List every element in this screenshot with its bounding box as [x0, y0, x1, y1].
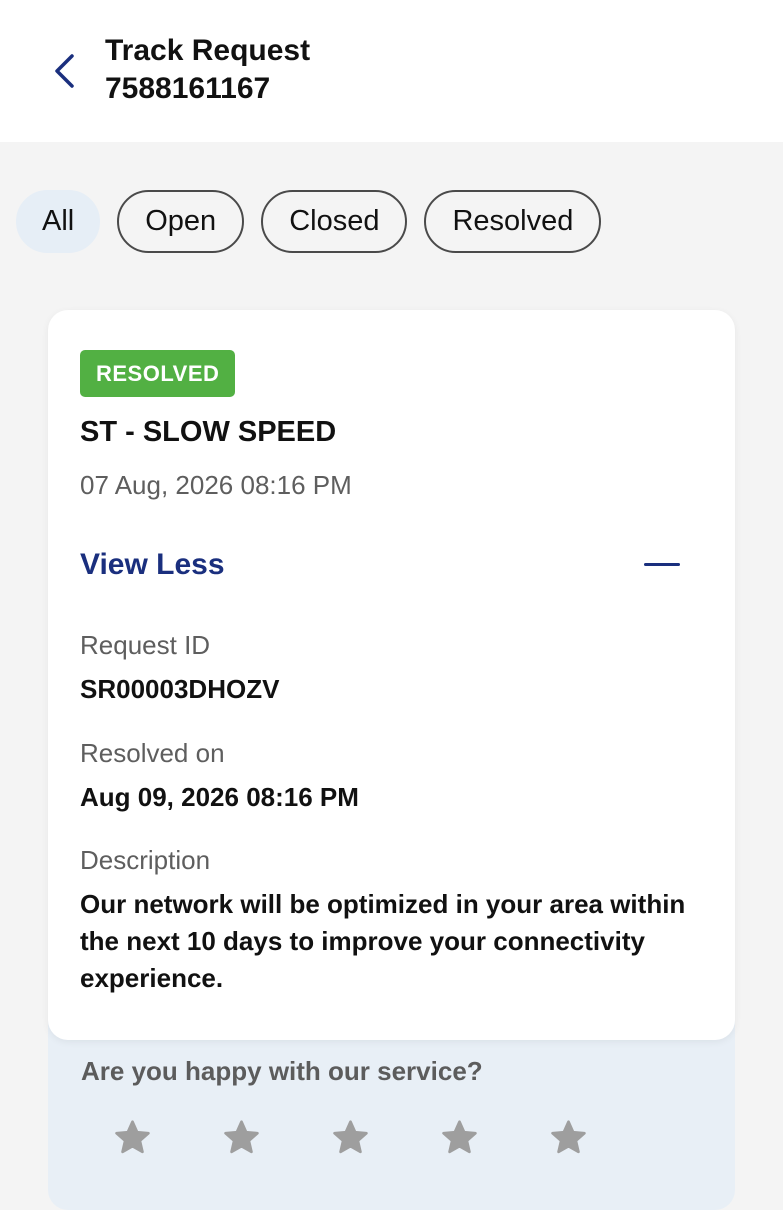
- collapse-button[interactable]: [642, 548, 684, 584]
- page-title-text: Track Request: [105, 34, 311, 67]
- feedback-question: Are you happy with our service?: [81, 1056, 483, 1086]
- request-date: 07 Aug, 2026 08:16 PM: [80, 470, 352, 500]
- app-header: Track Request 7588161167: [0, 0, 783, 142]
- description-label: Description: [80, 845, 211, 875]
- request-title: ST - SLOW SPEED: [80, 416, 337, 448]
- minus-icon: [644, 563, 680, 566]
- star-icon-3[interactable]: [330, 1118, 371, 1159]
- resolved-on-value: Aug 09, 2026 08:16 PM: [80, 782, 359, 812]
- chevron-left-icon: [55, 54, 74, 88]
- view-less-link[interactable]: View Less: [80, 548, 225, 582]
- description-text: Our network will be optimized in your ar…: [80, 889, 686, 993]
- star-icon-4[interactable]: [439, 1118, 480, 1159]
- page-title: Track Request 7588161167: [105, 32, 310, 108]
- resolved-on-label: Resolved on: [80, 738, 225, 768]
- request-card: RESOLVED ST - SLOW SPEED 07 Aug, 2026 08…: [48, 310, 735, 1040]
- filter-chip-open[interactable]: Open: [117, 190, 245, 253]
- filter-chip-closed[interactable]: Closed: [261, 190, 408, 253]
- status-badge: RESOLVED: [80, 350, 236, 397]
- status-filter-bar: All Open Closed Resolved: [16, 190, 602, 253]
- star-icon-5[interactable]: [548, 1118, 589, 1159]
- filter-chip-all[interactable]: All: [16, 190, 101, 253]
- star-rating: [112, 1118, 589, 1159]
- request-id-value: SR00003DHOZV: [80, 674, 280, 704]
- request-id-label: Request ID: [80, 630, 211, 660]
- star-icon-1[interactable]: [112, 1118, 153, 1159]
- back-button[interactable]: [44, 46, 84, 96]
- star-icon-2[interactable]: [221, 1118, 262, 1159]
- account-number: 7588161167: [105, 72, 271, 105]
- filter-chip-resolved[interactable]: Resolved: [424, 190, 602, 253]
